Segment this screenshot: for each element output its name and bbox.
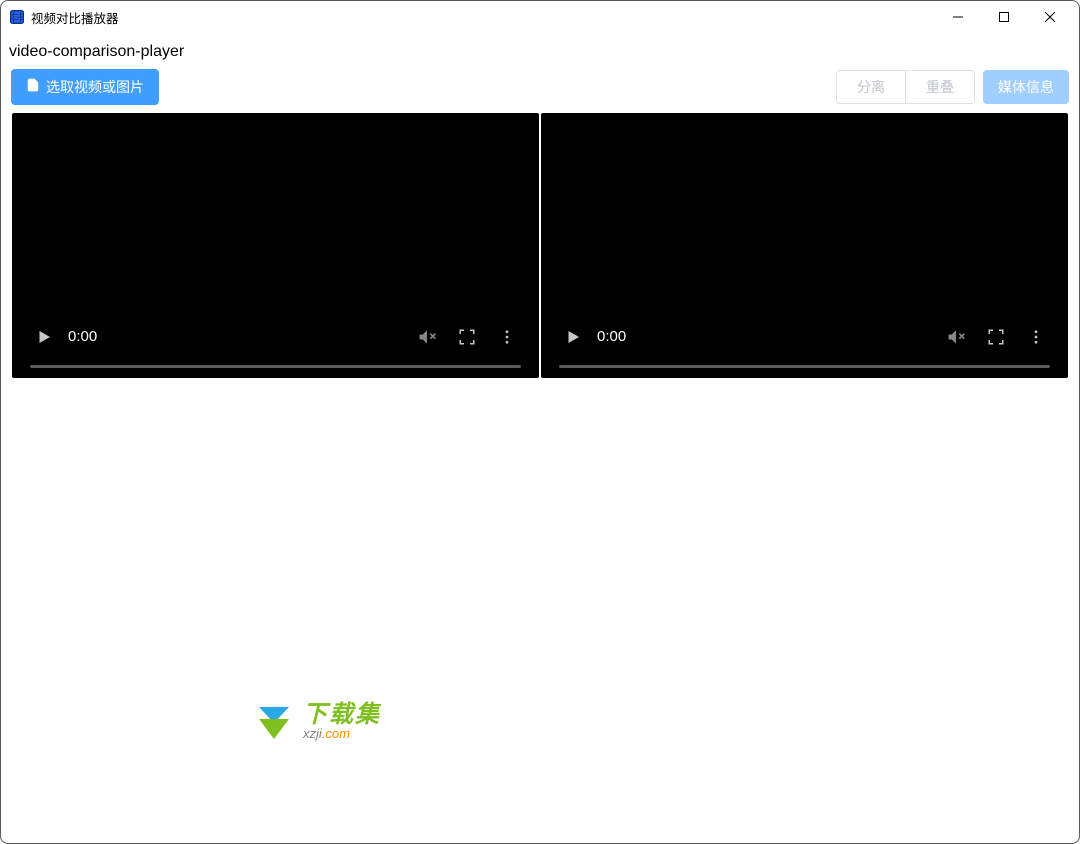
window-controls <box>935 2 1073 32</box>
play-icon[interactable] <box>555 319 591 355</box>
layout-mode-group: 分离 重叠 <box>836 70 975 105</box>
watermark: 下载集 xzji.com <box>253 701 381 743</box>
video-pane-left[interactable]: 0:00 <box>12 113 539 378</box>
window-title: 视频对比播放器 <box>31 8 119 27</box>
more-icon[interactable] <box>489 319 525 355</box>
toolbar: 选取视频或图片 分离 重叠 媒体信息 <box>1 69 1079 113</box>
media-info-button[interactable]: 媒体信息 <box>983 70 1069 105</box>
volume-muted-icon[interactable] <box>938 319 974 355</box>
client-area: video-comparison-player 选取视频或图片 分离 重叠 <box>1 33 1079 843</box>
app-icon <box>9 9 25 25</box>
more-icon[interactable] <box>1018 319 1054 355</box>
volume-muted-icon[interactable] <box>409 319 445 355</box>
watermark-cn: 下载集 <box>303 703 381 727</box>
video-pane-right[interactable]: 0:00 <box>541 113 1068 378</box>
progress-bar-left[interactable] <box>30 365 521 368</box>
close-button[interactable] <box>1027 2 1073 32</box>
select-media-label: 选取视频或图片 <box>46 79 144 96</box>
separate-button[interactable]: 分离 <box>837 71 906 104</box>
download-arrow-icon <box>253 701 295 743</box>
page-subtitle: video-comparison-player <box>1 33 1079 69</box>
minimize-button[interactable] <box>935 2 981 32</box>
watermark-url: xzji.com <box>303 727 381 741</box>
video-time-left: 0:00 <box>66 328 101 345</box>
overlap-button[interactable]: 重叠 <box>906 71 974 104</box>
app-window: 视频对比播放器 video-comparison-player <box>0 0 1080 844</box>
video-time-right: 0:00 <box>595 328 630 345</box>
play-icon[interactable] <box>26 319 62 355</box>
document-add-icon <box>26 78 40 96</box>
video-controls-left: 0:00 <box>12 306 539 378</box>
maximize-button[interactable] <box>981 2 1027 32</box>
video-controls-right: 0:00 <box>541 306 1068 378</box>
fullscreen-icon[interactable] <box>978 319 1014 355</box>
titlebar: 视频对比播放器 <box>1 1 1079 33</box>
progress-bar-right[interactable] <box>559 365 1050 368</box>
media-info-label: 媒体信息 <box>998 79 1054 96</box>
watermark-text: 下载集 xzji.com <box>303 703 381 741</box>
video-row: 0:00 <box>1 113 1079 378</box>
fullscreen-icon[interactable] <box>449 319 485 355</box>
select-media-button[interactable]: 选取视频或图片 <box>11 69 159 105</box>
